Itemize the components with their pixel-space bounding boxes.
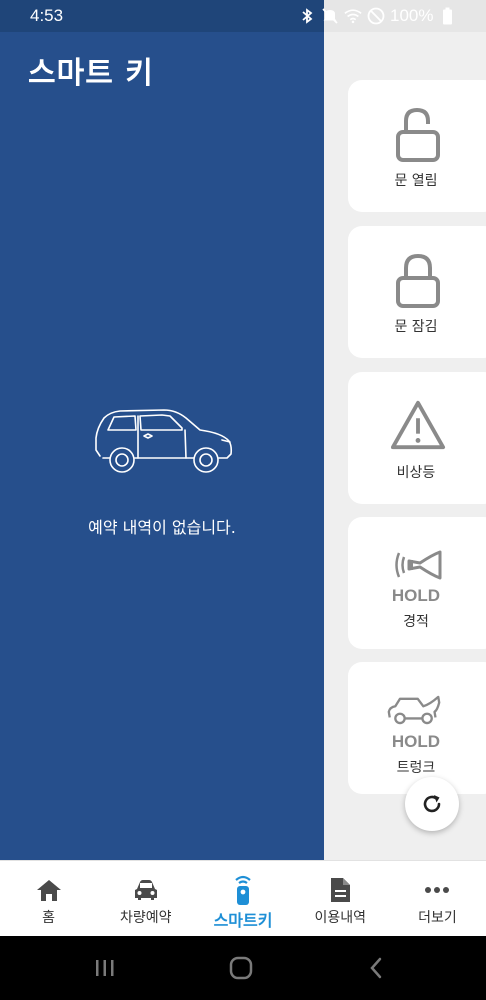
nav-home-label: 홈 xyxy=(42,910,56,926)
horn-label: 경적 xyxy=(403,614,429,630)
recent-apps-button[interactable] xyxy=(92,954,118,982)
more-icon xyxy=(424,875,450,905)
nav-smart-key[interactable]: 스마트키 xyxy=(194,861,291,936)
battery-percent: 100% xyxy=(390,6,434,25)
trunk-label: 트렁크 xyxy=(396,760,436,776)
dnd-icon xyxy=(367,7,385,25)
nav-usage-history[interactable]: 이용내역 xyxy=(292,861,389,936)
nav-usage-history-label: 이용내역 xyxy=(314,910,366,926)
system-navigation-bar xyxy=(0,936,486,1000)
status-bar: 4:53 100% xyxy=(0,0,486,32)
empty-reservation-message: 예약 내역이 없습니다. xyxy=(88,518,236,537)
nav-more[interactable]: 더보기 xyxy=(389,861,486,936)
trunk-icon xyxy=(386,692,442,728)
lock-door-button[interactable]: 문 잠김 xyxy=(348,226,486,358)
hazard-lights-button[interactable]: 비상등 xyxy=(348,372,486,504)
refresh-icon xyxy=(423,795,441,813)
mute-icon xyxy=(321,7,339,25)
hazard-lights-label: 비상등 xyxy=(396,465,436,481)
trunk-button[interactable]: HOLD 트렁크 xyxy=(348,662,486,794)
bottom-navigation: 홈 차량예약 스마트키 이용내역 더보기 xyxy=(0,860,486,936)
nav-more-label: 더보기 xyxy=(418,910,457,926)
unlock-icon xyxy=(390,106,446,162)
wifi-icon xyxy=(344,7,362,25)
recent-apps-icon xyxy=(96,960,114,976)
status-time: 4:53 xyxy=(30,6,64,25)
horn-hold-label: HOLD xyxy=(391,586,441,605)
home-icon xyxy=(36,875,62,905)
back-button[interactable] xyxy=(365,954,387,982)
home-circle-icon xyxy=(229,956,253,980)
warning-icon xyxy=(390,398,446,452)
horn-button[interactable]: HOLD 경적 xyxy=(348,517,486,649)
unlock-door-button[interactable]: 문 열림 xyxy=(348,80,486,212)
refresh-button[interactable] xyxy=(405,777,459,831)
page-title: 스마트 키 xyxy=(28,56,154,91)
back-icon xyxy=(370,957,382,979)
car-illustration-icon xyxy=(95,409,233,473)
home-system-button[interactable] xyxy=(227,954,255,982)
nav-car-reservation-label: 차량예약 xyxy=(120,910,172,926)
horn-icon xyxy=(390,545,446,585)
document-icon xyxy=(329,875,351,905)
nav-car-reservation[interactable]: 차량예약 xyxy=(97,861,194,936)
battery-icon xyxy=(438,7,456,25)
bluetooth-icon xyxy=(298,7,316,25)
unlock-door-label: 문 열림 xyxy=(394,173,438,189)
nav-smart-key-label: 스마트키 xyxy=(213,911,273,930)
nav-home[interactable]: 홈 xyxy=(0,861,97,936)
lock-door-label: 문 잠김 xyxy=(394,319,438,335)
lock-icon xyxy=(390,252,446,308)
car-icon xyxy=(133,875,159,905)
smart-key-icon xyxy=(230,875,256,905)
trunk-hold-label: HOLD xyxy=(391,732,441,751)
status-icons: 100% xyxy=(298,6,456,26)
